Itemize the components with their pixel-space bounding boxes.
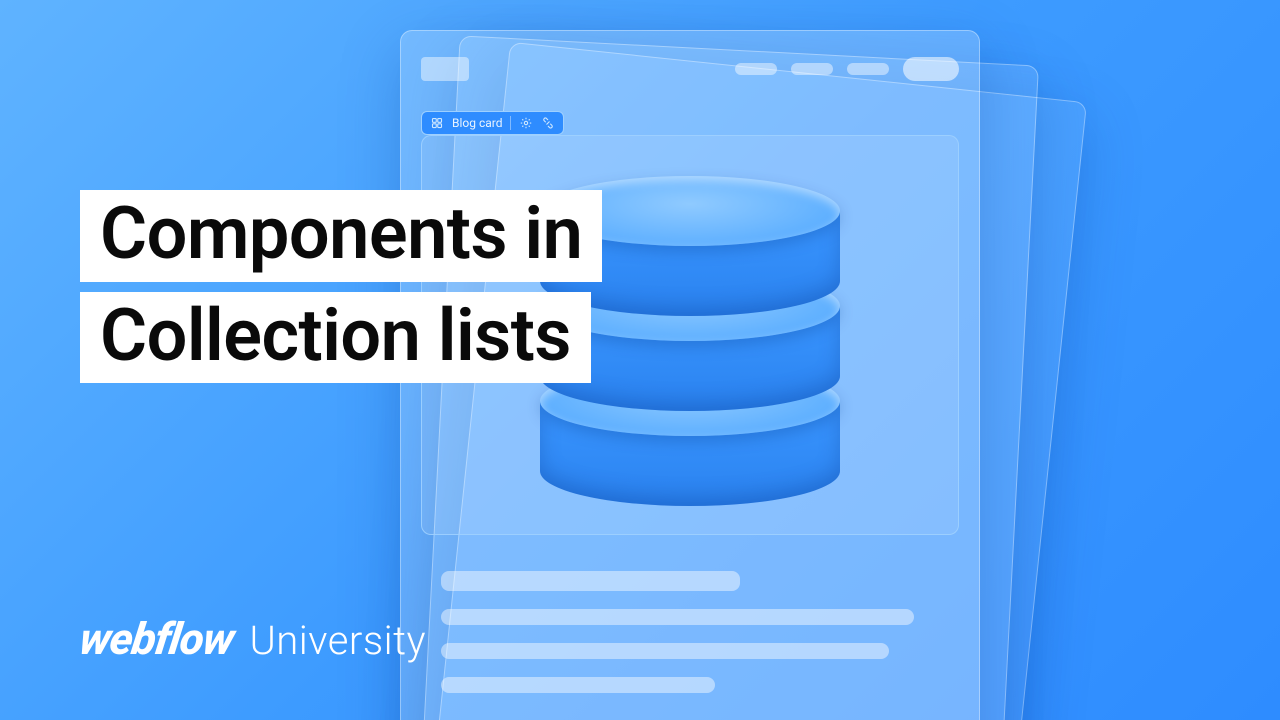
placeholder-line	[441, 609, 914, 625]
mock-logo-placeholder	[421, 57, 469, 81]
gear-icon[interactable]	[519, 116, 533, 130]
brand-footer: webflow University	[80, 613, 426, 665]
title-line-2: Collection lists	[80, 292, 591, 384]
chip-separator	[510, 116, 511, 130]
component-icon	[430, 116, 444, 130]
mock-page-header	[421, 49, 959, 89]
thumbnail-stage: Blog card	[0, 0, 1280, 720]
mock-nav-item	[735, 63, 777, 75]
mock-nav-item	[791, 63, 833, 75]
mock-nav-cta	[903, 57, 959, 81]
webflow-logo: webflow	[76, 613, 237, 665]
component-chip-label: Blog card	[452, 117, 502, 129]
mock-nav	[735, 57, 959, 81]
placeholder-line	[441, 643, 889, 659]
unlink-icon[interactable]	[541, 116, 555, 130]
placeholder-line	[441, 571, 740, 591]
mock-nav-item	[847, 63, 889, 75]
brand-subtitle: University	[249, 617, 426, 664]
placeholder-text-block	[441, 571, 939, 693]
placeholder-line	[441, 677, 715, 693]
component-chip[interactable]: Blog card	[421, 111, 564, 135]
title-overlay: Components in Collection lists	[80, 190, 602, 383]
title-line-1: Components in	[80, 190, 602, 282]
